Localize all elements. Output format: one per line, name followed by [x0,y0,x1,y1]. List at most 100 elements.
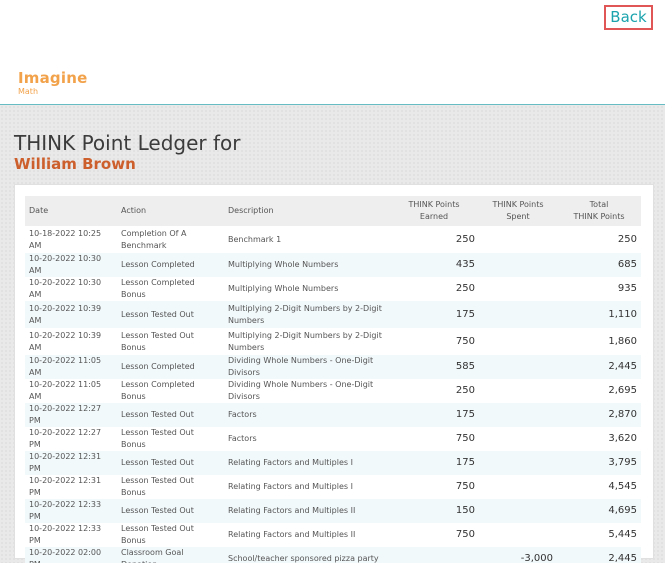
col-header-total-line2: THINK Points [573,212,625,221]
cell-earned: 750 [455,481,475,492]
cell-earned: 435 [455,259,475,270]
cell-action: Lesson Tested Out Bonus [121,476,194,497]
cell-spent [479,499,557,523]
col-header-total: Total THINK Points [557,196,641,226]
cell-date: 10-20-2022 12:31 PM [29,476,102,497]
cell-total: 2,870 [608,409,637,420]
cell-description: Multiplying 2-Digit Numbers by 2-Digit N… [228,330,382,352]
table-row: 10-20-2022 12:31 PM Lesson Tested Out Rela… [25,451,641,475]
cell-total: 3,795 [608,457,637,468]
cell-total: 4,545 [608,481,637,492]
cell-date: 10-20-2022 10:30 AM [29,254,102,275]
cell-action: Lesson Completed Bonus [121,380,195,401]
cell-action: Lesson Completed [121,362,195,371]
cell-description: Relating Factors and Multiples I [228,458,353,467]
cell-description: Dividing Whole Numbers - One-Digit Divis… [228,356,374,377]
cell-date: 10-20-2022 10:30 AM [29,278,102,299]
page-content: THINK Point Ledger for William Brown Dat… [0,105,665,563]
col-header-spent-line1: THINK Points [492,200,544,209]
col-header-total-line1: Total [589,200,609,209]
cell-description: Factors [228,410,257,419]
cell-description: Dividing Whole Numbers - One-Digit Divis… [228,380,374,401]
table-header-row: Date Action Description THINK Points Ear… [25,196,641,226]
cell-action: Lesson Completed Bonus [121,278,195,299]
cell-earned: 150 [455,505,475,516]
cell-total: 935 [617,283,637,294]
cell-spent [479,226,557,253]
cell-action: Lesson Tested Out [121,506,194,515]
table-row: 10-20-2022 11:05 AM Lesson Completed Divid… [25,355,641,379]
table-row: 10-20-2022 02:00 PM Classroom Goal Donati… [25,547,641,563]
cell-spent [479,355,557,379]
ledger-card: Date Action Description THINK Points Ear… [14,184,654,563]
cell-spent [479,451,557,475]
cell-description: Multiplying Whole Numbers [228,260,339,269]
cell-earned: 250 [455,283,475,294]
cell-earned: 175 [455,457,475,468]
cell-spent [479,379,557,403]
cell-earned: 750 [455,433,475,444]
cell-spent [479,523,557,547]
cell-spent: -3,000 [520,553,553,563]
table-row: 10-20-2022 12:27 PM Lesson Tested Out Bon… [25,427,641,451]
cell-date: 10-20-2022 11:05 AM [29,356,102,377]
logo-sub-text: Math [18,87,39,96]
cell-total: 3,620 [608,433,637,444]
col-header-spent: THINK Points Spent [479,196,557,226]
cell-date: 10-20-2022 12:33 PM [29,524,102,545]
col-header-earned-line2: Earned [419,212,449,221]
cell-total: 2,445 [608,361,637,372]
cell-spent [479,427,557,451]
col-header-date: Date [29,206,49,215]
cell-earned: 250 [455,385,475,396]
cell-action: Lesson Tested Out [121,309,194,319]
cell-spent [479,253,557,277]
cell-action: Lesson Tested Out Bonus [121,428,194,449]
cell-total: 2,695 [608,385,637,396]
cell-date: 10-20-2022 12:27 PM [29,428,102,449]
cell-spent [479,403,557,427]
cell-description: Relating Factors and Multiples I [228,482,353,491]
table-row: 10-20-2022 12:33 PM Lesson Tested Out Rela… [25,499,641,523]
cell-earned: 750 [455,529,475,540]
col-header-spent-line2: Spent [506,212,530,221]
cell-description: Multiplying 2-Digit Numbers by 2-Digit N… [228,303,382,325]
cell-earned: 750 [455,335,475,347]
cell-total: 1,110 [608,308,637,320]
cell-date: 10-20-2022 02:00 PM [29,548,102,563]
cell-total: 5,445 [608,529,637,540]
cell-date: 10-20-2022 12:27 PM [29,404,102,425]
cell-action: Lesson Tested Out Bonus [121,524,194,545]
table-row: 10-20-2022 11:05 AM Lesson Completed Bonu… [25,379,641,403]
cell-description: Multiplying Whole Numbers [228,284,339,293]
cell-action: Completion Of A Benchmark [121,228,187,250]
col-header-earned-line1: THINK Points [408,200,460,209]
cell-date: 10-20-2022 11:05 AM [29,380,102,401]
back-button[interactable]: Back [604,5,653,30]
cell-earned: 250 [455,233,475,245]
cell-action: Lesson Tested Out Bonus [121,330,194,352]
cell-description: Benchmark 1 [228,234,282,244]
table-row: 10-20-2022 12:31 PM Lesson Tested Out Bon… [25,475,641,499]
table-row: 10-20-2022 10:30 AM Lesson Completed Multi… [25,253,641,277]
cell-description: Factors [228,434,257,443]
top-bar: Back Imagine Math [0,0,665,104]
cell-total: 4,695 [608,505,637,516]
cell-action: Lesson Tested Out [121,458,194,467]
page-title: THINK Point Ledger for [14,131,241,155]
col-header-action: Action [121,206,147,215]
table-row: 10-20-2022 10:39 AM Lesson Tested Out Mult… [25,301,641,328]
cell-earned: 175 [455,409,475,420]
cell-total: 2,445 [608,553,637,563]
logo-brand-text: Imagine [18,69,88,87]
cell-date: 10-20-2022 12:33 PM [29,500,102,521]
cell-total: 1,860 [608,335,637,347]
cell-action: Lesson Tested Out [121,410,194,419]
cell-action: Lesson Completed [121,260,195,269]
table-row: 10-20-2022 12:27 PM Lesson Tested Out Fact… [25,403,641,427]
table-row: 10-20-2022 10:39 AM Lesson Tested Out Bon… [25,328,641,355]
cell-spent [479,328,557,355]
cell-date: 10-20-2022 10:39 AM [29,303,102,325]
cell-total: 685 [617,259,637,270]
cell-earned [389,547,479,563]
